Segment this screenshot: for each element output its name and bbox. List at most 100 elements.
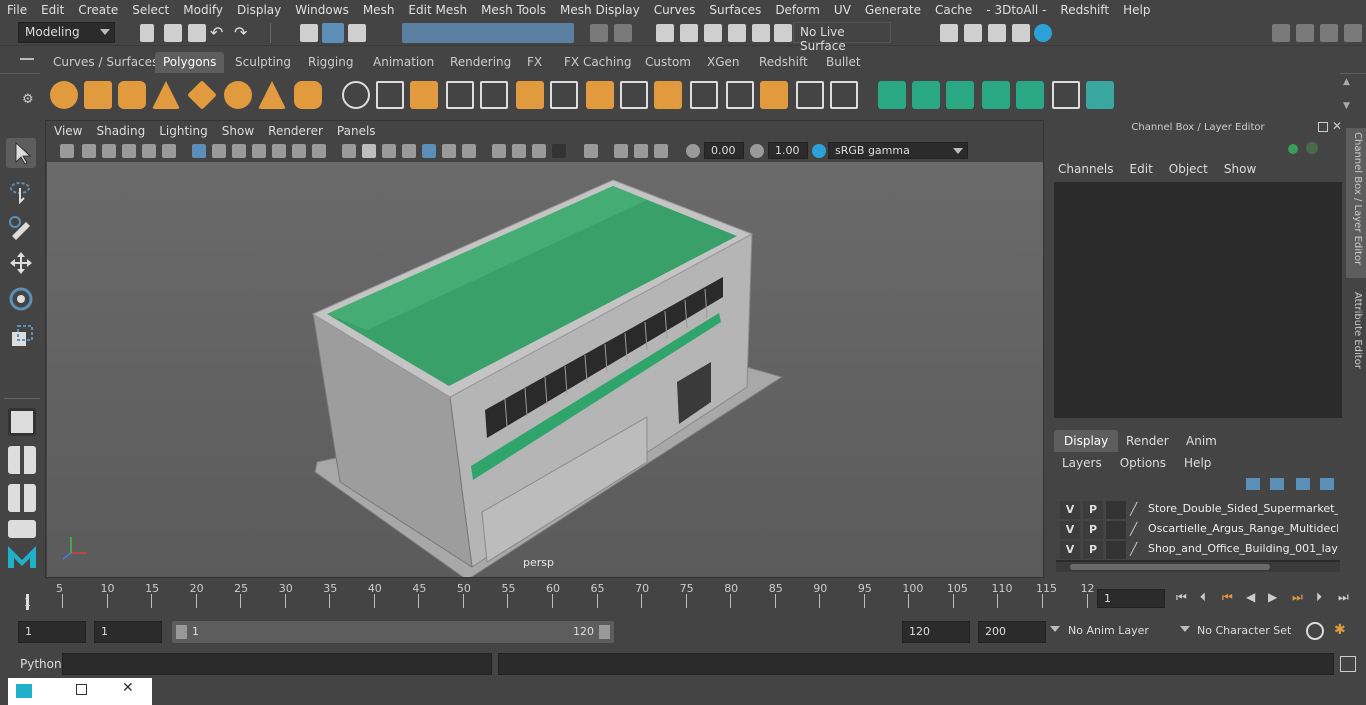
outliner-layout-icon[interactable] <box>8 520 36 538</box>
layer-name[interactable]: Store_Double_Sided_Supermarket_Ra <box>1148 502 1338 515</box>
target-weld-icon[interactable] <box>620 81 648 109</box>
combine-icon[interactable] <box>342 81 370 109</box>
tab-bullet[interactable]: Bullet <box>818 52 869 73</box>
layer-color-swatch[interactable] <box>1106 521 1126 539</box>
tab-xgen[interactable]: XGen <box>699 52 748 73</box>
anti-aliasing-icon[interactable] <box>532 144 546 158</box>
select-components-icon[interactable] <box>348 24 366 42</box>
lasso-tool-icon[interactable] <box>6 176 36 206</box>
uv-cylindrical-icon[interactable] <box>912 81 940 109</box>
menu-create[interactable]: Create <box>71 3 125 17</box>
shelf-scroll-up-icon[interactable]: ▲ <box>1343 77 1350 87</box>
menu-mesh[interactable]: Mesh <box>356 3 402 17</box>
render-view-icon[interactable] <box>1012 24 1030 42</box>
scale-tool-icon[interactable] <box>6 322 36 352</box>
side-tab-channel-box[interactable]: Channel Box / Layer Editor <box>1346 128 1366 278</box>
cb-menu-show[interactable]: Show <box>1224 162 1256 176</box>
safe-title-icon[interactable] <box>312 144 326 158</box>
move-layer-down-icon[interactable] <box>1270 478 1284 490</box>
film-gate-icon[interactable] <box>212 144 226 158</box>
step-forward-frame-icon[interactable]: ⏵ <box>1316 590 1332 605</box>
snap-toolbar[interactable] <box>402 23 574 43</box>
move-layer-up-icon[interactable] <box>1246 478 1260 490</box>
render-settings-icon[interactable] <box>940 24 958 42</box>
uv-editor-icon[interactable] <box>1016 81 1044 109</box>
range-slider-start-handle[interactable] <box>176 625 187 639</box>
layer-visibility-toggle[interactable]: V <box>1060 501 1080 519</box>
viewport-menu-view[interactable]: View <box>54 124 82 138</box>
sidebar-toggle-icon[interactable] <box>1344 24 1362 42</box>
layer-menu-layers[interactable]: Layers <box>1062 456 1102 470</box>
animation-start-field[interactable]: 1 <box>18 621 86 643</box>
smooth-shade-icon[interactable] <box>362 144 376 158</box>
menu-generate[interactable]: Generate <box>858 3 928 17</box>
scrollbar-thumb[interactable] <box>1070 564 1270 570</box>
channel-list[interactable] <box>1054 182 1342 418</box>
viewport-3d-canvas[interactable]: persp <box>47 162 1043 577</box>
shelf-menu-icon[interactable] <box>20 58 34 60</box>
viewport-menu-renderer[interactable]: Renderer <box>268 124 323 138</box>
gamma-icon[interactable] <box>750 144 764 158</box>
poly-sphere-icon[interactable] <box>50 81 78 109</box>
construction-icon[interactable] <box>752 24 770 42</box>
xray-icon[interactable] <box>614 144 628 158</box>
cleanup-icon[interactable] <box>830 81 858 109</box>
field-chart-icon[interactable] <box>272 144 286 158</box>
depth-of-field-icon[interactable] <box>552 144 566 158</box>
ipr-render-icon[interactable] <box>988 24 1006 42</box>
color-space-dropdown[interactable]: sRGB gamma <box>828 142 968 159</box>
close-icon[interactable]: ✕ <box>1332 119 1342 133</box>
symmetry-icon[interactable] <box>614 24 632 42</box>
exposure-icon[interactable] <box>686 144 700 158</box>
layer-list-scrollbar[interactable] <box>1056 562 1340 572</box>
layer-row[interactable]: V P ╱ Oscartielle_Argus_Range_Multideck_ <box>1056 520 1340 540</box>
cb-menu-channels[interactable]: Channels <box>1058 162 1114 176</box>
menu-file[interactable]: File <box>0 3 34 17</box>
layer-playback-toggle[interactable]: P <box>1083 521 1103 539</box>
step-back-key-icon[interactable]: ⏮ <box>1222 590 1238 605</box>
select-tool-icon[interactable] <box>6 138 36 168</box>
float-panel-icon[interactable] <box>1318 122 1328 132</box>
uv-spherical-icon[interactable] <box>946 81 974 109</box>
undo-icon[interactable]: ↶ <box>210 24 228 42</box>
insert-edge-loop-icon[interactable] <box>586 81 614 109</box>
tab-custom[interactable]: Custom <box>637 52 699 73</box>
menu-redshift[interactable]: Redshift <box>1053 3 1116 17</box>
tab-curves-surfaces[interactable]: Curves / Surfaces <box>45 52 166 73</box>
tab-rendering[interactable]: Rendering <box>442 52 519 73</box>
play-backwards-icon[interactable]: ◀ <box>1246 590 1262 605</box>
go-to-start-icon[interactable]: ⏮ <box>1176 590 1192 605</box>
camera-select-icon[interactable] <box>60 144 74 158</box>
step-forward-key-icon[interactable]: ⏭ <box>1292 590 1308 605</box>
cb-menu-object[interactable]: Object <box>1169 162 1208 176</box>
bevel-icon[interactable] <box>480 81 508 109</box>
tab-fx[interactable]: FX <box>519 52 550 73</box>
hypershade-icon[interactable] <box>1034 24 1052 42</box>
lasso-icon[interactable] <box>680 24 698 42</box>
separate-icon[interactable] <box>376 81 404 109</box>
layer-row[interactable]: V P ╱ Shop_and_Office_Building_001_layer <box>1056 540 1340 560</box>
uv-layout-icon[interactable] <box>1086 81 1114 109</box>
snap-icon[interactable] <box>728 24 746 42</box>
workspace-icon[interactable] <box>1272 24 1290 42</box>
menu-select[interactable]: Select <box>125 3 176 17</box>
lock-icon[interactable] <box>590 24 608 42</box>
step-back-frame-icon[interactable]: ⏴ <box>1200 590 1216 605</box>
uv-automatic-icon[interactable] <box>982 81 1010 109</box>
default-material-icon[interactable] <box>382 144 396 158</box>
isolate-select-icon[interactable] <box>584 144 598 158</box>
layer-visibility-toggle[interactable]: V <box>1060 541 1080 559</box>
layer-menu-help[interactable]: Help <box>1184 456 1211 470</box>
resolution-gate-icon[interactable] <box>232 144 246 158</box>
fill-hole-icon[interactable] <box>726 81 754 109</box>
tab-polygons[interactable]: Polygons <box>155 52 225 73</box>
animation-end-field[interactable]: 200 <box>978 621 1046 643</box>
tab-anim[interactable]: Anim <box>1176 430 1227 452</box>
side-tab-attribute-editor[interactable]: Attribute Editor <box>1346 288 1366 373</box>
layer-name[interactable]: Oscartielle_Argus_Range_Multideck_ <box>1148 522 1338 535</box>
mode-dropdown[interactable]: Modeling <box>18 22 115 43</box>
animation-preferences-icon[interactable]: ✱ <box>1334 622 1354 640</box>
single-view-layout-icon[interactable] <box>8 408 36 436</box>
menu-mesh-display[interactable]: Mesh Display <box>553 3 647 17</box>
auto-key-icon[interactable] <box>1306 622 1324 640</box>
